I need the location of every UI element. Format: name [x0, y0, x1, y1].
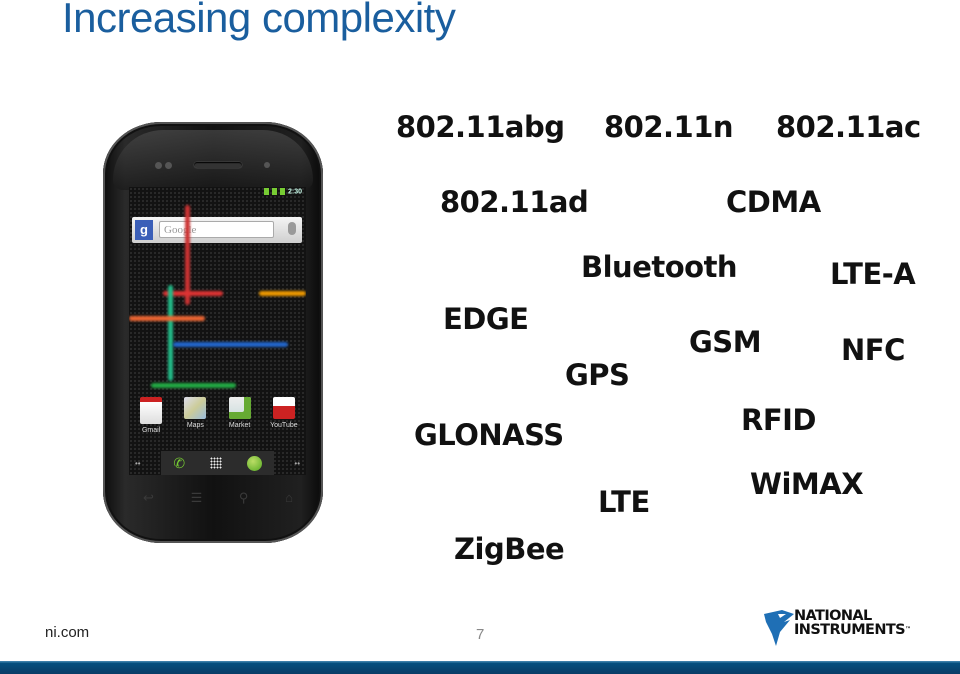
footer-bar [0, 661, 960, 674]
back-icon[interactable]: ↩ [143, 490, 154, 506]
trademark: ™ [905, 626, 911, 633]
logo-line-2: INSTRUMENTS [794, 622, 906, 638]
slide-title: Increasing complexity [62, 0, 456, 41]
light-trail [168, 285, 173, 381]
signal-icon [271, 188, 277, 195]
home-icon[interactable]: ⌂ [285, 490, 293, 506]
google-search-widget: g Google [132, 217, 302, 243]
light-trail [185, 205, 190, 305]
app-label: Market [228, 422, 251, 429]
phone-call-icon[interactable]: ✆ [173, 455, 185, 472]
app-label: Maps [186, 422, 204, 429]
term-nfc: NFC [841, 333, 905, 367]
app-maps[interactable]: Maps [175, 397, 215, 434]
market-icon [228, 397, 251, 419]
page-indicator: •• [294, 459, 300, 468]
app-market[interactable]: Market [220, 397, 260, 434]
ni-logo-text: NATIONAL INSTRUMENTS™ [794, 608, 911, 638]
maps-icon [184, 397, 207, 419]
app-label: Gmail [141, 427, 161, 434]
search-icon[interactable]: ⚲ [239, 490, 249, 506]
hardware-nav-buttons: ↩ ☰ ⚲ ⌂ [143, 490, 293, 506]
google-g-icon: g [135, 220, 153, 240]
status-time: 2:30 [287, 188, 302, 196]
term-802-11ac: 802.11ac [776, 110, 921, 144]
logo-line-1: NATIONAL [794, 608, 872, 624]
browser-icon[interactable] [246, 455, 262, 471]
term-rfid: RFID [741, 403, 817, 437]
youtube-icon [272, 397, 295, 419]
term-zigbee: ZigBee [454, 532, 565, 566]
light-trail [151, 383, 236, 388]
dock: ✆ [161, 451, 274, 475]
page-indicator: •• [135, 459, 141, 468]
term-802-11abg: 802.11abg [396, 110, 565, 144]
term-lte: LTE [598, 485, 650, 519]
battery-icon [279, 188, 285, 195]
ni-eagle-icon [764, 610, 794, 646]
phone-camera [264, 162, 270, 168]
menu-icon[interactable]: ☰ [191, 490, 203, 506]
microphone-icon [288, 222, 296, 235]
phone-screen: 2:30 g Google Gmail Maps Market YouTube … [129, 187, 306, 475]
phone-speaker [194, 162, 242, 168]
google-search-input: Google [159, 221, 274, 238]
national-instruments-logo: NATIONAL INSTRUMENTS™ [764, 608, 924, 648]
light-trail [129, 316, 205, 321]
light-trail [259, 291, 306, 296]
footer-url: ni.com [45, 624, 90, 641]
phone-sensor [155, 162, 162, 169]
app-drawer-icon[interactable] [209, 457, 222, 469]
term-lte-a: LTE-A [830, 257, 916, 291]
term-cdma: CDMA [726, 185, 821, 219]
term-edge: EDGE [443, 302, 529, 336]
gmail-icon [140, 397, 163, 424]
term-bluetooth: Bluetooth [581, 250, 738, 284]
page-number: 7 [476, 626, 485, 643]
status-bar: 2:30 [263, 188, 302, 196]
term-802-11ad: 802.11ad [440, 185, 589, 219]
app-gmail[interactable]: Gmail [131, 397, 171, 434]
term-wimax: WiMAX [750, 467, 864, 501]
sim-icon [263, 188, 269, 195]
phone-sensor [165, 162, 172, 169]
smartphone-image: 2:30 g Google Gmail Maps Market YouTube … [103, 122, 323, 543]
term-glonass: GLONASS [414, 418, 564, 452]
term-gsm: GSM [689, 325, 762, 359]
phone-gloss [113, 130, 313, 190]
term-gps: GPS [565, 358, 630, 392]
light-trail [173, 342, 288, 347]
app-youtube[interactable]: YouTube [264, 397, 304, 434]
app-label: YouTube [270, 422, 298, 429]
app-row: Gmail Maps Market YouTube [129, 397, 306, 434]
term-802-11n: 802.11n [604, 110, 734, 144]
